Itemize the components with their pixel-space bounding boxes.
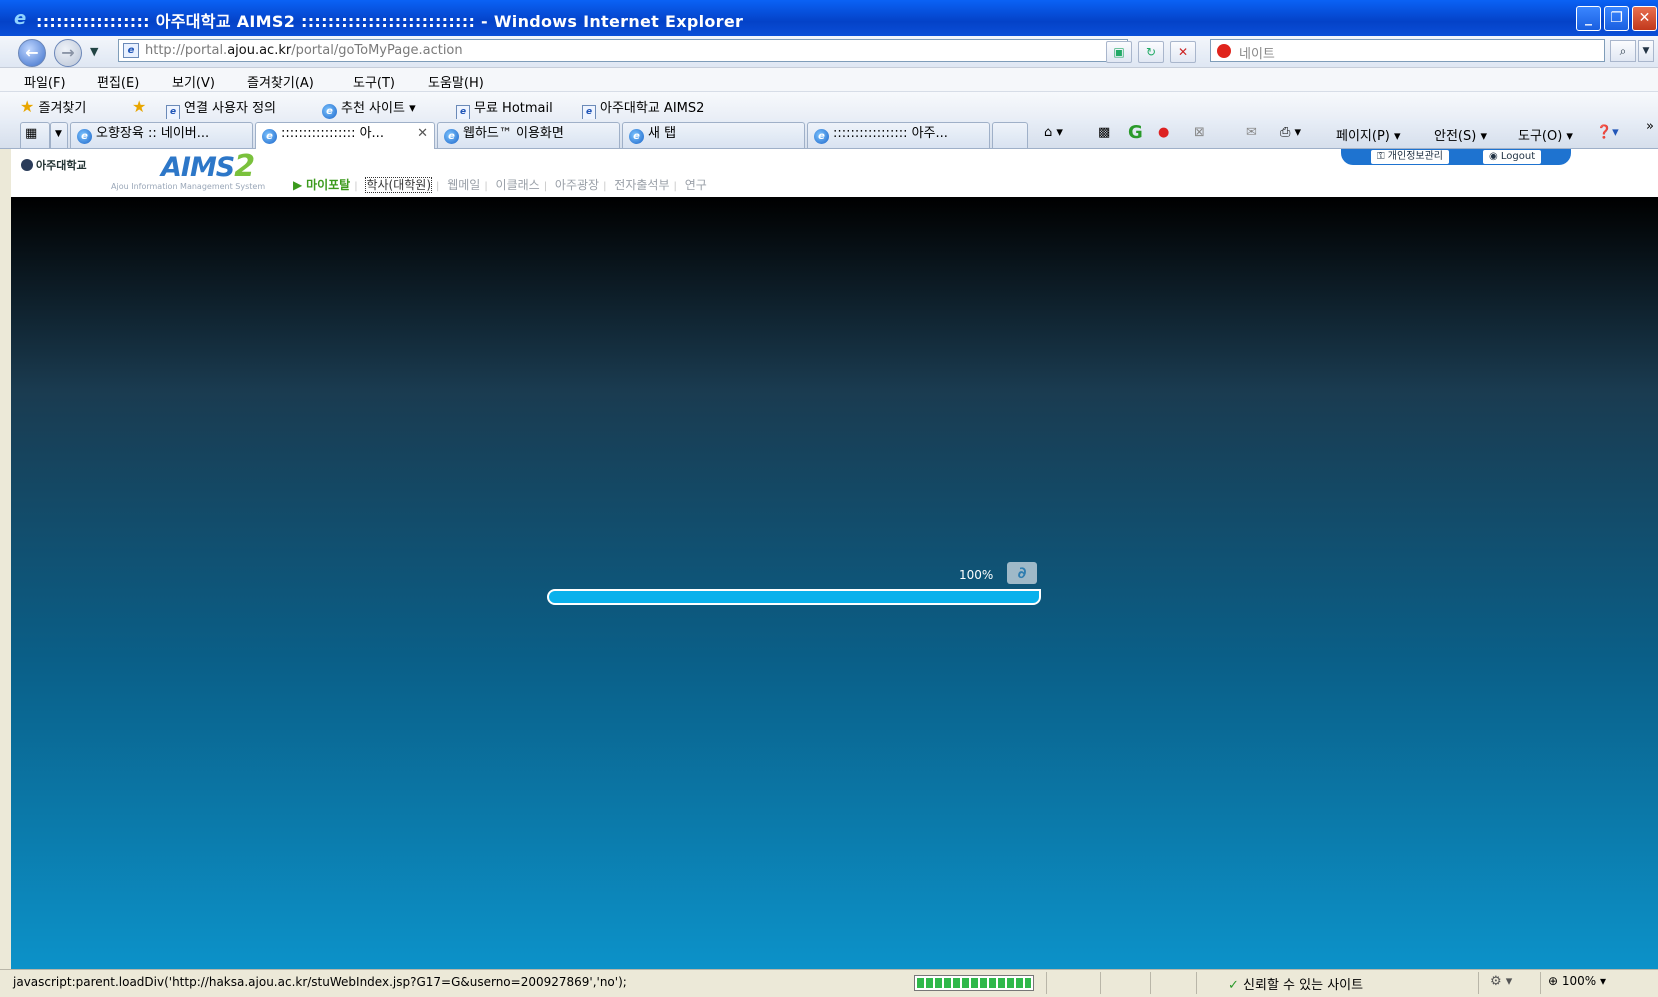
addon-icon[interactable]: ● bbox=[1158, 125, 1169, 140]
status-text: javascript:parent.loadDiv('http://haksa.… bbox=[13, 975, 627, 989]
portal-header: 아주대학교 AIMS2 Ajou Information Management … bbox=[11, 149, 1658, 197]
url-text: http://portal.ajou.ac.kr/portal/goToMyPa… bbox=[145, 43, 463, 58]
menu-favorites[interactable]: 즐겨찾기(A) bbox=[247, 72, 314, 91]
loader-progress-bar bbox=[547, 589, 1041, 605]
tab-bar: ▦ ▼ e 오향장육 :: 네이버... e::::::::::::::::: 아… bbox=[0, 119, 1658, 149]
tab-1[interactable]: e 오향장육 :: 네이버... bbox=[70, 122, 253, 148]
protected-mode-icon[interactable]: ⚙ ▾ bbox=[1490, 974, 1512, 989]
play-bullet-icon: ▶ bbox=[293, 178, 303, 192]
page-icon: e bbox=[166, 105, 180, 120]
favorites-bar: ★ 즐겨찾기 ★ e 연결 사용자 정의 e 추천 사이트 ▾ e 무료 Hotmai… bbox=[0, 92, 1658, 120]
ajou-logo[interactable]: 아주대학교 bbox=[21, 157, 87, 173]
fav-custom-links[interactable]: e 연결 사용자 정의 bbox=[166, 97, 276, 120]
tools-menu[interactable]: 도구(O) ▾ bbox=[1518, 125, 1573, 144]
check-icon: ✓ bbox=[1228, 978, 1239, 993]
url-field[interactable]: e http://portal.ajou.ac.kr/portal/goToMy… bbox=[118, 39, 1128, 62]
search-input[interactable]: 네이트 bbox=[1210, 39, 1605, 62]
recent-pages-dropdown-icon[interactable]: ▼ bbox=[90, 45, 98, 58]
ie-icon: e bbox=[444, 129, 459, 144]
tab-5[interactable]: e::::::::::::::::: 아주... bbox=[807, 122, 990, 148]
compatibility-view-icon[interactable]: ▣ bbox=[1106, 41, 1132, 63]
quick-tabs-icon[interactable]: ▦ bbox=[20, 122, 50, 148]
ajou-seal-icon bbox=[21, 159, 33, 171]
aims2-logo[interactable]: AIMS2 Ajou Information Management System bbox=[111, 149, 265, 191]
header-utility-bar: ⚿ 개인정보관리 ◉ Logout bbox=[1341, 149, 1571, 165]
address-bar: ← → ▼ e http://portal.ajou.ac.kr/portal/… bbox=[0, 36, 1658, 68]
tab-4[interactable]: e새 탭 bbox=[622, 122, 805, 148]
ie-icon: e bbox=[77, 129, 92, 144]
menu-file[interactable]: 파일(F) bbox=[24, 72, 66, 91]
tab-list-dropdown-icon[interactable]: ▼ bbox=[50, 122, 68, 148]
title-bar: e ::::::::::::::::: 아주대학교 AIMS2 ::::::::… bbox=[0, 0, 1658, 36]
fav-suggested-sites[interactable]: e 추천 사이트 ▾ bbox=[322, 97, 416, 119]
feeds-icon[interactable]: ⊠ bbox=[1194, 125, 1205, 140]
fav-hotmail[interactable]: e 무료 Hotmail bbox=[456, 97, 553, 120]
nav-eclass[interactable]: 이클래스 bbox=[496, 178, 540, 192]
tab-3[interactable]: e 웹하드™ 이용화면 bbox=[437, 122, 620, 148]
loader: 100% ∂ bbox=[547, 561, 1041, 621]
close-button[interactable]: ✕ bbox=[1632, 6, 1657, 31]
page-icon: e bbox=[456, 105, 470, 120]
window-title: ::::::::::::::::: 아주대학교 AIMS2 ::::::::::… bbox=[36, 12, 744, 31]
ie-icon: e bbox=[629, 129, 644, 144]
more-commands-icon[interactable]: » bbox=[1646, 119, 1654, 134]
ie-icon: e bbox=[814, 129, 829, 144]
portal-nav: ▶ 마이포탈 | 학사(대학원) | 웹메일 | 이클래스 | 아주광장 | 전자출석부 |… bbox=[293, 177, 707, 193]
new-tab-button[interactable] bbox=[992, 122, 1028, 148]
loader-icon: ∂ bbox=[1007, 562, 1037, 584]
status-bar: javascript:parent.loadDiv('http://haksa.… bbox=[0, 969, 1658, 997]
search-icon[interactable]: ⌕ bbox=[1610, 40, 1636, 62]
browser-window: e ::::::::::::::::: 아주대학교 AIMS2 ::::::::… bbox=[0, 0, 1658, 997]
print-icon[interactable]: ⎙ ▾ bbox=[1280, 125, 1301, 140]
nav-webmail[interactable]: 웹메일 bbox=[447, 178, 480, 192]
maximize-button[interactable]: ❐ bbox=[1604, 6, 1629, 31]
menu-bar: 파일(F) 편집(E) 보기(V) 즐겨찾기(A) 도구(T) 도움말(H) bbox=[0, 68, 1658, 92]
menu-view[interactable]: 보기(V) bbox=[172, 72, 215, 91]
nav-myportal[interactable]: 마이포탈 bbox=[306, 178, 350, 192]
page-menu[interactable]: 페이지(P) ▾ bbox=[1336, 125, 1401, 144]
loading-area: 100% ∂ bbox=[11, 197, 1658, 969]
menu-tools[interactable]: 도구(T) bbox=[353, 72, 395, 91]
loader-percent: 100% bbox=[959, 568, 994, 582]
mail-icon[interactable]: ✉ bbox=[1246, 125, 1257, 140]
search-options-icon[interactable]: ▼ bbox=[1638, 40, 1654, 62]
ie-icon: e bbox=[262, 129, 277, 144]
stop-icon[interactable]: ✕ bbox=[1170, 41, 1196, 63]
search-placeholder: 네이트 bbox=[1239, 47, 1275, 62]
page-load-progress bbox=[914, 975, 1034, 991]
help-icon[interactable]: ❓▾ bbox=[1596, 125, 1619, 140]
add-favorite-icon[interactable]: ★ bbox=[132, 97, 146, 116]
home-icon[interactable]: ⌂ ▾ bbox=[1044, 125, 1063, 140]
google-icon[interactable]: G bbox=[1128, 122, 1143, 143]
aims-subtitle: Ajou Information Management System bbox=[111, 182, 266, 191]
forward-button[interactable]: → bbox=[54, 39, 82, 67]
page-icon: e bbox=[123, 43, 139, 58]
menu-edit[interactable]: 편집(E) bbox=[97, 72, 139, 91]
nav-research[interactable]: 연구 bbox=[685, 178, 707, 192]
page-content: 아주대학교 AIMS2 Ajou Information Management … bbox=[11, 149, 1658, 969]
safety-menu[interactable]: 안전(S) ▾ bbox=[1434, 125, 1487, 144]
security-zone[interactable]: ✓ 신뢰할 수 있는 사이트 bbox=[1228, 974, 1363, 993]
menu-help[interactable]: 도움말(H) bbox=[428, 72, 484, 91]
page-icon: e bbox=[582, 105, 596, 120]
tab-close-icon[interactable]: ✕ bbox=[417, 123, 428, 145]
back-button[interactable]: ← bbox=[18, 39, 46, 67]
star-icon: ★ bbox=[20, 97, 35, 116]
tab-2-active[interactable]: e::::::::::::::::: 아... ✕ bbox=[255, 122, 435, 149]
nav-academic[interactable]: 학사(대학원) bbox=[365, 177, 433, 193]
privacy-button[interactable]: ⚿ 개인정보관리 bbox=[1371, 150, 1449, 164]
ie-icon: e bbox=[322, 104, 337, 119]
toolbar-addon-icon[interactable]: ▩ bbox=[1098, 125, 1110, 140]
minimize-button[interactable]: _ bbox=[1576, 6, 1601, 31]
refresh-icon[interactable]: ↻ bbox=[1138, 41, 1164, 63]
nav-attendance[interactable]: 전자출석부 bbox=[614, 178, 669, 192]
search-provider-icon bbox=[1217, 44, 1231, 58]
logout-button[interactable]: ◉ Logout bbox=[1483, 150, 1542, 164]
fav-ajou-aims2[interactable]: e 아주대학교 AIMS2 bbox=[582, 97, 704, 120]
zoom-level[interactable]: ⊕ 100% ▾ bbox=[1548, 974, 1606, 988]
ie-icon: e bbox=[14, 8, 27, 29]
nav-ajou-square[interactable]: 아주광장 bbox=[555, 178, 599, 192]
favorites-button[interactable]: ★ 즐겨찾기 bbox=[20, 97, 86, 116]
